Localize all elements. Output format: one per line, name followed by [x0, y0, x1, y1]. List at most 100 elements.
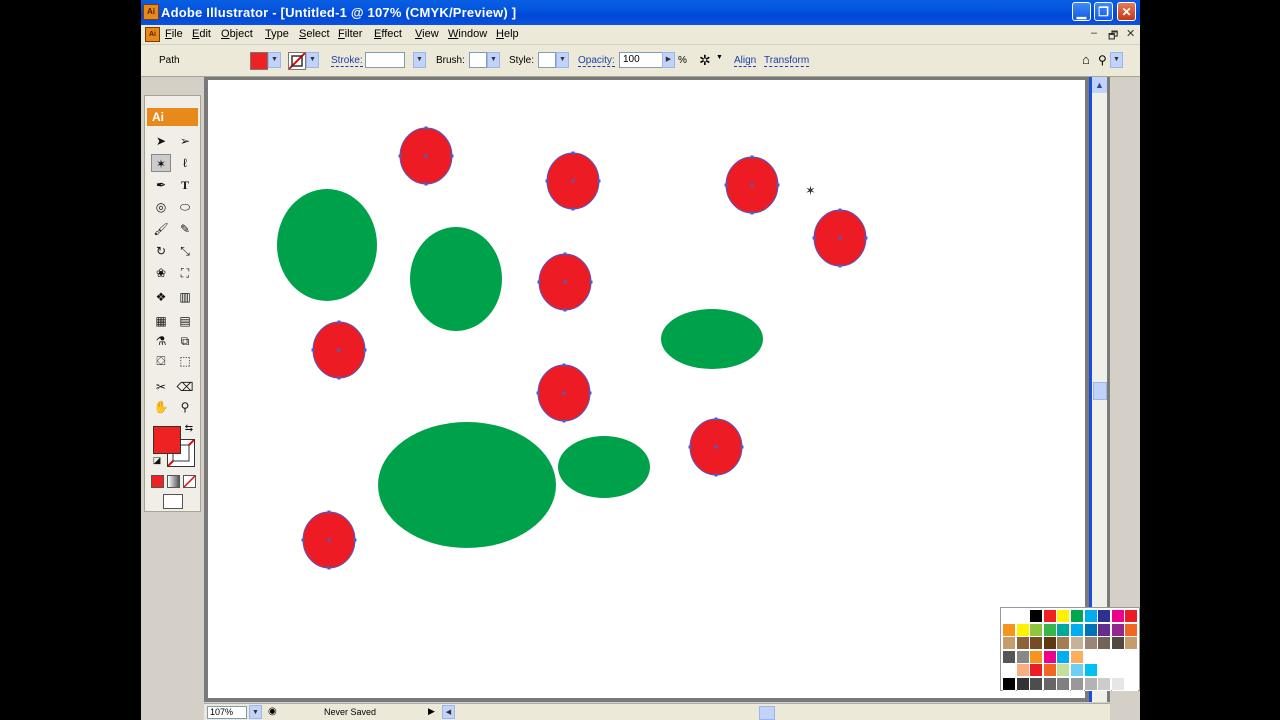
anchor-point[interactable] [588, 391, 592, 395]
swatch[interactable] [1043, 623, 1057, 637]
green-ellipse[interactable] [661, 309, 763, 369]
recolor-arrow-icon[interactable]: ▼ [716, 54, 723, 61]
swatch[interactable] [1125, 610, 1139, 623]
symbol-sprayer-tool-icon[interactable]: ❖ [151, 288, 171, 306]
swatch[interactable] [1111, 637, 1125, 651]
anchor-point[interactable] [545, 179, 549, 183]
hand-tool-icon[interactable]: ✋ [151, 398, 171, 416]
swatch[interactable] [1111, 623, 1125, 637]
artboard[interactable]: ✶ [208, 80, 1085, 698]
swatch[interactable] [1016, 664, 1030, 678]
type-tool-icon[interactable]: T [175, 176, 195, 194]
swatch[interactable] [1030, 678, 1044, 691]
swatch[interactable] [1003, 610, 1016, 623]
swatch[interactable] [1043, 637, 1057, 651]
fill-swatch[interactable] [250, 52, 268, 70]
selected-red-circle[interactable] [398, 126, 454, 186]
mesh-tool-icon[interactable]: ▦ [151, 312, 171, 330]
swatch[interactable] [1057, 610, 1071, 623]
blend-tool-icon[interactable]: ⧉ [175, 332, 195, 350]
anchor-point[interactable] [714, 445, 718, 449]
swatch[interactable] [1071, 650, 1084, 664]
swatch[interactable] [1043, 610, 1057, 623]
anchor-point[interactable] [562, 419, 566, 423]
anchor-point[interactable] [740, 445, 744, 449]
eraser-tool-icon[interactable]: ⌫ [175, 378, 195, 396]
swatch[interactable] [1071, 623, 1084, 637]
stroke-dropdown-arrow-icon[interactable]: ▼ [306, 52, 319, 68]
swatch[interactable] [1003, 650, 1016, 664]
control-menu-arrow-icon[interactable]: ▼ [1110, 52, 1123, 68]
scroll-up-arrow-icon[interactable]: ▲ [1092, 77, 1107, 93]
column-graph-tool-icon[interactable]: ▥ [175, 288, 195, 306]
anchor-point[interactable] [363, 348, 367, 352]
screen-mode-button[interactable] [163, 494, 183, 509]
anchor-point[interactable] [327, 510, 331, 514]
swatch[interactable] [1098, 623, 1112, 637]
rotate-tool-icon[interactable]: ↻ [151, 242, 171, 260]
swatch[interactable] [1098, 637, 1112, 651]
free-transform-tool-icon[interactable]: ⛶ [175, 264, 195, 282]
swatch[interactable] [1057, 623, 1071, 637]
anchor-point[interactable] [562, 363, 566, 367]
menu-window[interactable]: Window [448, 28, 487, 40]
anchor-point[interactable] [563, 252, 567, 256]
zoom-tool-icon[interactable]: ⚲ [175, 398, 195, 416]
anchor-point[interactable] [597, 179, 601, 183]
status-arrow-icon[interactable]: ▶ [428, 706, 435, 717]
swatch[interactable] [1030, 623, 1044, 637]
anchor-point[interactable] [688, 445, 692, 449]
anchor-point[interactable] [536, 391, 540, 395]
live-paint-bucket-tool-icon[interactable]: ⛋ [151, 352, 171, 370]
anchor-point[interactable] [311, 348, 315, 352]
fill-color-box[interactable] [153, 426, 181, 454]
anchor-point[interactable] [327, 538, 331, 542]
swatch[interactable] [1084, 678, 1098, 691]
anchor-point[interactable] [562, 391, 566, 395]
swatch[interactable] [1016, 650, 1030, 664]
status-menu-icon[interactable]: ◉ [268, 706, 277, 717]
swatch[interactable] [1030, 650, 1044, 664]
swatch[interactable] [1084, 650, 1098, 664]
anchor-point[interactable] [776, 183, 780, 187]
recolor-icon[interactable]: ✲ [699, 52, 711, 69]
swatch[interactable] [1057, 650, 1071, 664]
anchor-point[interactable] [838, 264, 842, 268]
anchor-point[interactable] [424, 182, 428, 186]
swatch[interactable] [1098, 610, 1112, 623]
selected-red-circle[interactable] [537, 252, 593, 312]
fill-dropdown-arrow-icon[interactable]: ▼ [268, 52, 281, 68]
pen-tool-icon[interactable]: ✒ [151, 176, 171, 194]
selected-red-circle[interactable] [812, 208, 868, 268]
stroke-swatch[interactable] [288, 52, 306, 70]
anchor-point[interactable] [714, 473, 718, 477]
menu-file[interactable]: File [165, 28, 183, 40]
anchor-point[interactable] [353, 538, 357, 542]
stroke-weight-field[interactable] [365, 52, 405, 68]
anchor-point[interactable] [424, 126, 428, 130]
swatch[interactable] [1111, 664, 1125, 678]
anchor-point[interactable] [327, 566, 331, 570]
swatch[interactable] [1125, 664, 1139, 678]
anchor-point[interactable] [571, 151, 575, 155]
scroll-left-arrow-icon[interactable]: ◀ [442, 705, 455, 719]
brush-field[interactable] [469, 52, 487, 68]
anchor-point[interactable] [750, 183, 754, 187]
direct-selection-tool-icon[interactable]: ➢ [175, 132, 195, 150]
default-fill-stroke-icon[interactable]: ◪ [147, 451, 167, 469]
spiral-tool-icon[interactable]: ◎ [151, 198, 171, 216]
artwork-canvas[interactable]: ✶ [208, 80, 1085, 698]
anchor-point[interactable] [537, 280, 541, 284]
swatch[interactable] [1071, 610, 1084, 623]
swatch[interactable] [1016, 610, 1030, 623]
swatch[interactable] [1084, 623, 1098, 637]
swatch[interactable] [1098, 664, 1112, 678]
scale-tool-icon[interactable]: ⤡ [175, 242, 195, 260]
lasso-tool-icon[interactable]: ℓ [175, 154, 195, 172]
green-ellipse[interactable] [277, 189, 377, 301]
swatch[interactable] [1057, 678, 1071, 691]
menu-filter[interactable]: Filter [338, 28, 362, 40]
swatch[interactable] [1030, 637, 1044, 651]
swatch[interactable] [1071, 678, 1084, 691]
magic-wand-tool-icon[interactable]: ✶ [151, 154, 171, 172]
